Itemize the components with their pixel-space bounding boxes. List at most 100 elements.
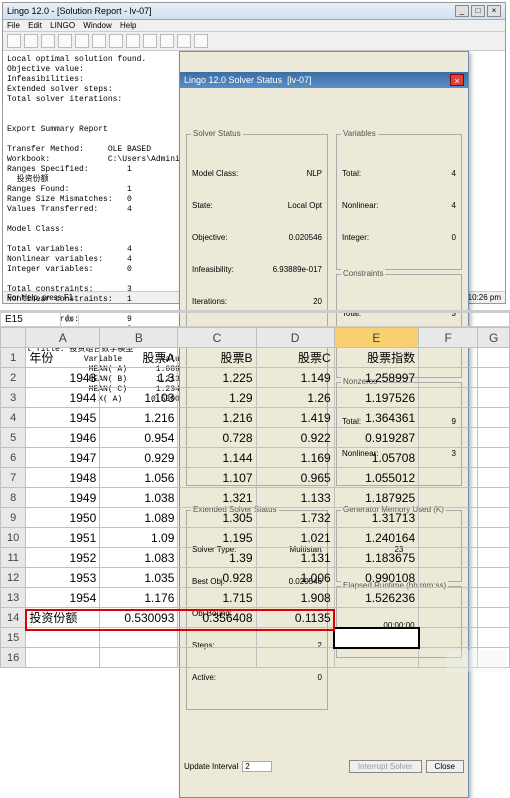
cell[interactable]: 1.144 bbox=[178, 448, 256, 468]
cell[interactable]: 1.149 bbox=[256, 368, 334, 388]
cell[interactable]: 年份 bbox=[26, 348, 100, 368]
cell[interactable] bbox=[419, 488, 478, 508]
cell[interactable]: 1.133 bbox=[256, 488, 334, 508]
cell[interactable]: 1.908 bbox=[256, 588, 334, 608]
cell[interactable]: 1949 bbox=[26, 488, 100, 508]
col-header[interactable]: A bbox=[26, 328, 100, 348]
toolbar-icon[interactable] bbox=[160, 34, 174, 48]
cell[interactable]: 1954 bbox=[26, 588, 100, 608]
cell[interactable] bbox=[419, 428, 478, 448]
cell[interactable] bbox=[478, 548, 510, 568]
cell[interactable]: 股票C bbox=[256, 348, 334, 368]
cell[interactable]: 1.240164 bbox=[334, 528, 418, 548]
cell[interactable]: 1.169 bbox=[256, 448, 334, 468]
cell[interactable]: 1951 bbox=[26, 528, 100, 548]
toolbar-icon[interactable] bbox=[126, 34, 140, 48]
cell[interactable]: 0.929 bbox=[100, 448, 178, 468]
cell[interactable] bbox=[419, 548, 478, 568]
row-header[interactable]: 4 bbox=[1, 408, 26, 428]
close-button[interactable]: Close bbox=[426, 760, 464, 773]
close-icon[interactable]: × bbox=[450, 74, 464, 86]
row-header[interactable]: 16 bbox=[1, 648, 26, 668]
cell[interactable] bbox=[419, 408, 478, 428]
cell[interactable]: 1.526236 bbox=[334, 588, 418, 608]
cell[interactable]: 1.29 bbox=[178, 388, 256, 408]
menu-help[interactable]: Help bbox=[120, 21, 136, 30]
cell[interactable] bbox=[419, 608, 478, 628]
maximize-icon[interactable]: □ bbox=[471, 5, 485, 17]
row-header[interactable]: 9 bbox=[1, 508, 26, 528]
row-header[interactable]: 12 bbox=[1, 568, 26, 588]
cell[interactable]: 1.183675 bbox=[334, 548, 418, 568]
cell[interactable] bbox=[419, 508, 478, 528]
toolbar-icon[interactable] bbox=[58, 34, 72, 48]
toolbar-icon[interactable] bbox=[24, 34, 38, 48]
row-header[interactable]: 7 bbox=[1, 468, 26, 488]
menu-window[interactable]: Window bbox=[83, 21, 111, 30]
cell[interactable] bbox=[419, 468, 478, 488]
row-header[interactable]: 15 bbox=[1, 628, 26, 648]
table-row[interactable]: 15 bbox=[1, 628, 510, 648]
row-header[interactable]: 2 bbox=[1, 368, 26, 388]
cell[interactable]: 1.195 bbox=[178, 528, 256, 548]
cell[interactable] bbox=[256, 648, 334, 668]
cell[interactable]: 1.056 bbox=[100, 468, 178, 488]
col-header[interactable]: G bbox=[478, 328, 510, 348]
cell[interactable]: 1.216 bbox=[178, 408, 256, 428]
cell[interactable]: 1947 bbox=[26, 448, 100, 468]
cell[interactable]: 0.919287 bbox=[334, 428, 418, 448]
cell[interactable]: 1.05708 bbox=[334, 448, 418, 468]
cell[interactable] bbox=[478, 468, 510, 488]
cell[interactable] bbox=[100, 648, 178, 668]
cell[interactable]: 1.035 bbox=[100, 568, 178, 588]
cell[interactable] bbox=[478, 428, 510, 448]
cell[interactable] bbox=[334, 648, 418, 668]
lingo-menubar[interactable]: File Edit LINGO Window Help bbox=[3, 20, 505, 32]
cell[interactable] bbox=[419, 528, 478, 548]
cell[interactable] bbox=[478, 588, 510, 608]
table-row[interactable]: 1119521.0831.391.1311.183675 bbox=[1, 548, 510, 568]
select-all[interactable] bbox=[1, 328, 26, 348]
cell[interactable]: 投资份额 bbox=[26, 608, 100, 628]
cell[interactable]: 1.419 bbox=[256, 408, 334, 428]
row-header[interactable]: 5 bbox=[1, 428, 26, 448]
cell[interactable]: 1.321 bbox=[178, 488, 256, 508]
formula-input[interactable] bbox=[79, 319, 509, 321]
row-header[interactable]: 14 bbox=[1, 608, 26, 628]
menu-edit[interactable]: Edit bbox=[28, 21, 42, 30]
cell[interactable]: 1952 bbox=[26, 548, 100, 568]
table-row[interactable]: 1019511.091.1951.0211.240164 bbox=[1, 528, 510, 548]
cell[interactable]: 1.006 bbox=[256, 568, 334, 588]
cell[interactable] bbox=[419, 348, 478, 368]
close-icon[interactable]: × bbox=[487, 5, 501, 17]
cell[interactable] bbox=[478, 568, 510, 588]
table-row[interactable]: 819491.0381.3211.1331.187925 bbox=[1, 488, 510, 508]
cell[interactable] bbox=[334, 608, 418, 628]
col-header[interactable]: D bbox=[256, 328, 334, 348]
cell[interactable] bbox=[478, 348, 510, 368]
col-header[interactable]: B bbox=[100, 328, 178, 348]
toolbar-icon[interactable] bbox=[7, 34, 21, 48]
cell[interactable]: 1.103 bbox=[100, 388, 178, 408]
cell[interactable] bbox=[419, 388, 478, 408]
column-header-row[interactable]: A B C D E F G bbox=[1, 328, 510, 348]
lingo-titlebar[interactable]: Lingo 12.0 - [Solution Report - lv-07] _… bbox=[3, 3, 505, 20]
table-row[interactable]: 1319541.1761.7151.9081.526236 bbox=[1, 588, 510, 608]
cell[interactable]: 1.225 bbox=[178, 368, 256, 388]
cell[interactable] bbox=[478, 628, 510, 648]
cell[interactable]: 0.928 bbox=[178, 568, 256, 588]
cell[interactable]: 股票指数 bbox=[334, 348, 418, 368]
name-box[interactable]: E15 bbox=[1, 313, 61, 326]
table-row[interactable]: 519460.9540.7280.9220.919287 bbox=[1, 428, 510, 448]
cell[interactable]: 0.728 bbox=[178, 428, 256, 448]
row-header[interactable]: 6 bbox=[1, 448, 26, 468]
formula-bar[interactable]: E15 fx bbox=[0, 312, 510, 327]
cell[interactable]: 1.31713 bbox=[334, 508, 418, 528]
table-row[interactable]: 16 bbox=[1, 648, 510, 668]
cell[interactable] bbox=[419, 628, 478, 648]
cell[interactable]: 0.1135 bbox=[256, 608, 334, 628]
cell[interactable] bbox=[419, 368, 478, 388]
col-header[interactable]: E bbox=[334, 328, 418, 348]
toolbar-icon[interactable] bbox=[75, 34, 89, 48]
cell[interactable] bbox=[419, 588, 478, 608]
